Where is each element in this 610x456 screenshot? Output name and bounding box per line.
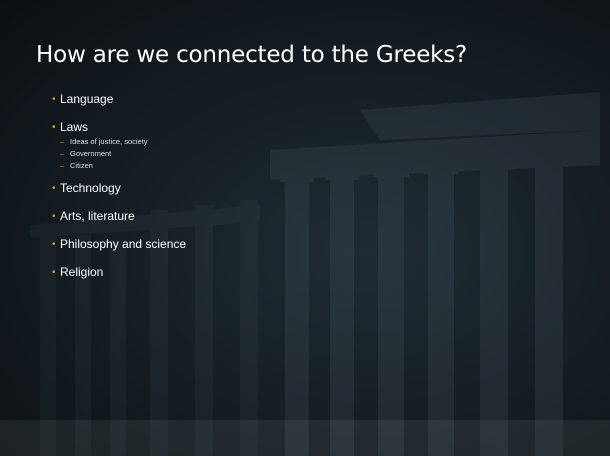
bullet-marker-icon: •: [52, 211, 56, 222]
bullet-marker-icon: •: [52, 267, 56, 278]
bullet-item: • Laws – Ideas of justice, society – Gov…: [52, 120, 186, 172]
presentation-slide: How are we connected to the Greeks? • La…: [0, 0, 610, 456]
sub-bullet-list: – Ideas of justice, society – Government…: [60, 136, 186, 172]
slide-title: How are we connected to the Greeks?: [36, 42, 468, 68]
bullet-marker-icon: •: [52, 183, 56, 194]
bullet-text: Language: [60, 92, 114, 106]
dash-marker-icon: –: [60, 137, 65, 146]
dash-marker-icon: –: [60, 149, 65, 158]
bullet-text: Technology: [60, 181, 121, 195]
sub-bullet-item: – Ideas of justice, society: [60, 136, 186, 148]
sub-bullet-item: – Government: [60, 148, 186, 160]
sub-bullet-text: Government: [70, 149, 112, 158]
bullet-item: • Religion: [52, 265, 186, 280]
sub-bullet-text: Ideas of justice, society: [70, 137, 148, 146]
bullet-marker-icon: •: [52, 239, 56, 250]
bullet-item: • Technology: [52, 181, 186, 196]
bullet-item: • Arts, literature: [52, 209, 186, 224]
sub-bullet-item: – Citizen: [60, 160, 186, 172]
bullet-list: • Language • Laws – Ideas of justice, so…: [52, 92, 186, 293]
bullet-text: Religion: [60, 265, 104, 279]
bullet-marker-icon: •: [52, 94, 56, 105]
dash-marker-icon: –: [60, 161, 65, 170]
bullet-marker-icon: •: [52, 122, 56, 133]
bullet-text: Philosophy and science: [60, 237, 187, 251]
bullet-item: • Language: [52, 92, 186, 107]
sub-bullet-text: Citizen: [70, 161, 93, 170]
bullet-item: • Philosophy and science: [52, 237, 186, 252]
bullet-text: Laws: [60, 120, 89, 134]
bullet-text: Arts, literature: [60, 209, 135, 223]
